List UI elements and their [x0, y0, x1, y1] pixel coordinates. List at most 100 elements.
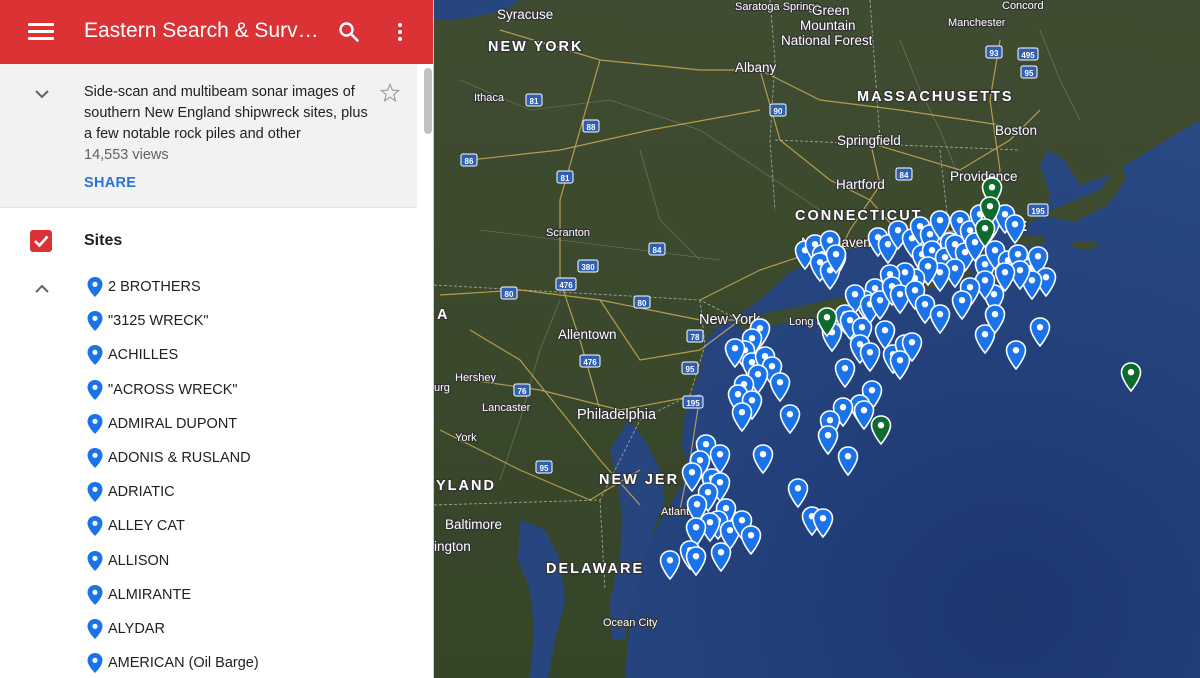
city-label: Philadelphia	[577, 407, 657, 423]
city-label: Manchester	[948, 17, 1006, 29]
map-pin-icon	[87, 550, 103, 571]
svg-text:80: 80	[638, 299, 647, 308]
view-count: 14,553 views	[84, 147, 169, 163]
state-label: NEW JER	[599, 472, 679, 488]
share-button[interactable]: SHARE	[84, 175, 136, 191]
map-pin-icon	[87, 618, 103, 639]
list-item[interactable]: 2 BROTHERS	[86, 270, 416, 304]
site-name: AMERICAN (Oil Barge)	[108, 655, 259, 672]
list-item[interactable]: ADMIRAL DUPONT	[86, 407, 416, 441]
map-pin-icon	[87, 516, 103, 537]
site-list: 2 BROTHERS "3125 WRECK" ACHILLES "ACROSS…	[86, 270, 416, 678]
layer-row: Sites	[0, 222, 417, 262]
state-label: YLAND	[436, 478, 496, 494]
svg-text:195: 195	[1031, 207, 1045, 216]
city-label: Hartford	[836, 177, 885, 192]
map-canvas[interactable]: 81 88 90 86 81 84 380 476 84 80 80 78 47…	[434, 0, 1200, 678]
list-item[interactable]: ALMIRANTE	[86, 578, 416, 612]
map-pin-icon	[87, 448, 103, 469]
svg-text:84: 84	[900, 171, 909, 180]
app-root: Eastern Search & Surve... Side-scan and …	[0, 0, 1200, 678]
list-item[interactable]: ACHILLES	[86, 338, 416, 372]
svg-text:95: 95	[686, 365, 695, 374]
site-name: "ACROSS WRECK"	[108, 381, 238, 398]
chevron-down-icon[interactable]	[34, 86, 50, 102]
site-name: ALLEY CAT	[108, 518, 185, 535]
scrollbar-track	[421, 64, 433, 678]
city-label: Scranton	[546, 227, 590, 239]
map-pin-icon	[87, 345, 103, 366]
site-name: ACHILLES	[108, 347, 179, 364]
city-label: Green	[812, 3, 850, 18]
hamburger-menu-icon[interactable]	[28, 20, 54, 44]
city-label: Mountain	[800, 18, 856, 33]
svg-text:88: 88	[587, 123, 596, 132]
list-item[interactable]: ALYDAR	[86, 612, 416, 646]
site-name: ALLISON	[108, 552, 170, 569]
svg-text:380: 380	[581, 263, 595, 272]
description-panel: Side-scan and multibeam sonar images of …	[0, 64, 417, 208]
star-icon[interactable]	[379, 82, 401, 104]
city-label: Albany	[735, 60, 777, 75]
svg-text:81: 81	[530, 97, 539, 106]
svg-text:95: 95	[1025, 69, 1034, 78]
chevron-up-icon[interactable]	[34, 281, 50, 297]
state-label: MASSACHUSETTS	[857, 89, 1014, 105]
city-label: Lancaster	[482, 402, 531, 414]
list-item[interactable]: ALLEY CAT	[86, 509, 416, 543]
svg-text:84: 84	[653, 246, 662, 255]
city-label: Baltimore	[445, 517, 502, 532]
city-label: Boston	[995, 123, 1037, 138]
map-pin-icon	[87, 584, 103, 605]
city-label: York	[455, 432, 477, 444]
map-pin-icon	[87, 277, 103, 298]
site-name: ADONIS & RUSLAND	[108, 450, 251, 467]
site-name: ALMIRANTE	[108, 586, 191, 603]
map-title: Eastern Search & Surve...	[84, 19, 324, 42]
search-icon[interactable]	[337, 20, 361, 44]
app-header: Eastern Search & Surve...	[0, 0, 433, 64]
svg-text:195: 195	[686, 399, 700, 408]
list-item[interactable]: "ACROSS WRECK"	[86, 373, 416, 407]
map-svg[interactable]: 81 88 90 86 81 84 380 476 84 80 80 78 47…	[434, 0, 1200, 678]
city-label: Syracuse	[497, 7, 553, 22]
city-label: Concord	[1002, 0, 1044, 12]
city-label: National Forest	[781, 33, 873, 48]
city-label: Hershey	[455, 372, 496, 384]
list-item[interactable]: ADONIS & RUSLAND	[86, 441, 416, 475]
scrollbar-thumb[interactable]	[424, 68, 432, 134]
list-item[interactable]: "3125 WRECK"	[86, 304, 416, 338]
city-label: urg	[434, 382, 450, 394]
svg-text:95: 95	[540, 464, 549, 473]
svg-text:80: 80	[505, 290, 514, 299]
site-name: ADMIRAL DUPONT	[108, 415, 238, 432]
state-label: DELAWARE	[546, 561, 644, 577]
svg-text:476: 476	[583, 358, 597, 367]
state-label: A	[437, 307, 449, 323]
city-label: ington	[434, 539, 471, 554]
map-pin-icon	[87, 653, 103, 674]
layer-title: Sites	[84, 232, 123, 249]
map-description: Side-scan and multibeam sonar images of …	[84, 84, 368, 142]
city-label: Springfield	[837, 133, 901, 148]
site-name: "3125 WRECK"	[108, 313, 209, 330]
city-label: Allentown	[558, 327, 617, 342]
map-pin-icon	[87, 379, 103, 400]
list-item[interactable]: ADRIATIC	[86, 475, 416, 509]
svg-text:93: 93	[990, 49, 999, 58]
sidebar: Eastern Search & Surve... Side-scan and …	[0, 0, 434, 678]
land-island	[1071, 241, 1099, 249]
list-item[interactable]: ALLISON	[86, 544, 416, 578]
more-vert-icon[interactable]	[390, 20, 410, 44]
city-label: Ocean City	[603, 617, 658, 629]
site-name: ADRIATIC	[108, 484, 175, 501]
layer-checkbox[interactable]	[30, 230, 52, 252]
city-label: Saratoga Springs	[735, 1, 820, 13]
svg-text:76: 76	[518, 387, 527, 396]
svg-text:81: 81	[561, 174, 570, 183]
svg-text:495: 495	[1021, 51, 1035, 60]
svg-text:86: 86	[465, 157, 474, 166]
map-pin-icon	[87, 311, 103, 332]
svg-text:476: 476	[559, 281, 573, 290]
list-item[interactable]: AMERICAN (Oil Barge)	[86, 646, 416, 678]
